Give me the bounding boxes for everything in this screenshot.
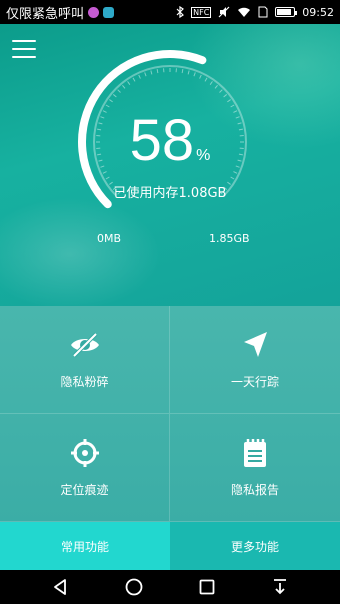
- gauge-tick: [144, 72, 147, 77]
- gauge-tick: [109, 99, 113, 103]
- notepad-icon: [244, 439, 266, 467]
- tab-common-functions[interactable]: 常用功能: [0, 522, 170, 570]
- gauge-tick: [117, 89, 121, 93]
- gauge-tick: [204, 77, 208, 82]
- gauge-tick: [150, 70, 153, 75]
- eye-slash-icon: [70, 332, 99, 358]
- home-icon[interactable]: [124, 577, 144, 597]
- wifi-icon: [238, 7, 251, 17]
- back-icon[interactable]: [51, 577, 71, 597]
- feature-privacy-report[interactable]: 隐私报告: [170, 414, 340, 522]
- memory-used-label: 已使用内存1.08GB: [113, 186, 227, 201]
- status-time: 09:52: [302, 5, 334, 19]
- crosshair-icon: [70, 439, 99, 467]
- gauge-tick: [105, 104, 110, 108]
- gauge-tick: [214, 84, 218, 89]
- feature-location-trace[interactable]: 定位痕迹: [0, 414, 170, 522]
- recents-icon[interactable]: [197, 577, 217, 597]
- gauge-tick: [227, 99, 231, 103]
- gauge-tick: [230, 104, 235, 108]
- gauge-tick: [193, 72, 196, 77]
- gauge-tick: [187, 70, 190, 75]
- gauge-tick: [223, 94, 228, 98]
- gauge-tick: [181, 69, 184, 74]
- gauge-tick: [112, 94, 117, 98]
- gauge-min-label: 0MB: [97, 232, 122, 245]
- bluetooth-icon: [176, 6, 185, 18]
- gauge-tick: [156, 69, 159, 74]
- gauge-tick: [122, 84, 126, 89]
- gauge-tick: [105, 176, 110, 180]
- gauge-tick: [102, 171, 107, 174]
- feature-label: 隐私粉碎: [60, 375, 109, 389]
- feature-label: 一天行踪: [230, 375, 279, 389]
- status-right: NFC 09:52: [176, 6, 334, 19]
- feature-privacy-shred[interactable]: 隐私粉碎: [0, 306, 170, 414]
- feature-label: 隐私报告: [230, 483, 279, 497]
- gauge-tick: [230, 176, 235, 180]
- status-left: 仅限紧急呼叫: [6, 3, 115, 22]
- gauge-tick: [127, 81, 131, 85]
- mute-icon: [218, 6, 230, 18]
- gauge-tick: [138, 74, 141, 79]
- nfc-icon: NFC: [191, 6, 212, 18]
- tab-more-functions[interactable]: 更多功能: [170, 522, 340, 570]
- message-app-icon: [88, 6, 100, 18]
- battery-fill: [277, 9, 291, 15]
- gauge-tick: [209, 81, 213, 85]
- carrier-text: 仅限紧急呼叫: [6, 6, 85, 22]
- battery-icon: [275, 7, 298, 17]
- gauge-tick: [199, 74, 202, 79]
- memory-percent: 58%: [70, 112, 270, 170]
- sim-icon: [258, 6, 268, 18]
- system-nav-bar: [0, 570, 340, 604]
- app-notification-icon: [103, 6, 115, 18]
- feature-grid: 隐私粉碎 一天行踪 定位痕迹 隐私报告: [0, 306, 340, 522]
- status-bar: 仅限紧急呼叫 NFC 09:52: [0, 0, 340, 24]
- gauge-tick: [233, 171, 238, 174]
- memory-percent-unit: %: [196, 147, 211, 164]
- feature-day-track[interactable]: 一天行踪: [170, 306, 340, 414]
- feature-label: 定位痕迹: [60, 483, 109, 497]
- gauge-tick: [132, 77, 136, 82]
- notification-pull-down-icon[interactable]: [270, 577, 290, 597]
- gauge-tick: [219, 89, 223, 93]
- bottom-tabs: 常用功能 更多功能: [0, 522, 340, 570]
- navigation-arrow-icon: [244, 332, 267, 357]
- memory-percent-value: 58: [129, 108, 195, 173]
- hamburger-menu-icon[interactable]: [12, 40, 36, 58]
- gauge-max-label: 1.85GB: [209, 232, 250, 245]
